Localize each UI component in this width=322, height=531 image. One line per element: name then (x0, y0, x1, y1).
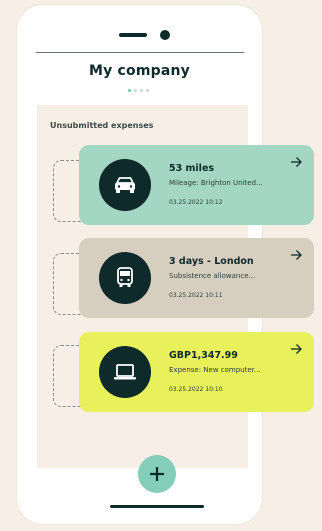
page-dot (140, 89, 143, 92)
laptop-icon (114, 364, 136, 380)
card-timestamp: 03.25.2022 10:11 (169, 292, 223, 299)
card-title: 3 days - London (169, 256, 254, 267)
car-icon (115, 177, 135, 193)
section-label: Unsubmitted expenses (50, 121, 154, 130)
page-title: My company (89, 63, 190, 79)
card-subtitle: Mileage: Brighton United... (169, 179, 263, 187)
page-dot (146, 89, 149, 92)
page-dot (134, 89, 137, 92)
speaker-bar (119, 33, 147, 37)
laptop-icon-badge (99, 346, 151, 398)
expense-card-computer[interactable]: GBP1,347.99 Expense: New computer... 03.… (79, 332, 314, 412)
arrow-right-icon[interactable] (290, 249, 302, 261)
camera-dot (160, 30, 170, 40)
car-icon-badge (99, 159, 151, 211)
card-subtitle: Expense: New computer... (169, 366, 261, 374)
bus-icon (117, 267, 133, 287)
expense-card-subsistence[interactable]: 3 days - London Subsistence allowance...… (79, 238, 314, 318)
expense-card-mileage[interactable]: 53 miles Mileage: Brighton United... 03.… (79, 145, 314, 225)
card-timestamp: 03.25.2022 10:10 (169, 386, 223, 393)
card-timestamp: 03.25.2022 10:12 (169, 199, 223, 206)
page-dot-active (128, 89, 131, 92)
arrow-right-icon[interactable] (290, 343, 302, 355)
plus-icon (150, 467, 164, 481)
card-subtitle: Subsistence allowance... (169, 272, 256, 280)
header-divider (36, 52, 244, 53)
card-title: 53 miles (169, 163, 215, 174)
home-indicator (110, 505, 204, 508)
add-expense-button[interactable] (138, 455, 176, 493)
arrow-right-icon[interactable] (290, 156, 302, 168)
page-indicator (128, 89, 152, 95)
bus-icon-badge (99, 252, 151, 304)
card-title: GBP1,347.99 (169, 350, 238, 361)
